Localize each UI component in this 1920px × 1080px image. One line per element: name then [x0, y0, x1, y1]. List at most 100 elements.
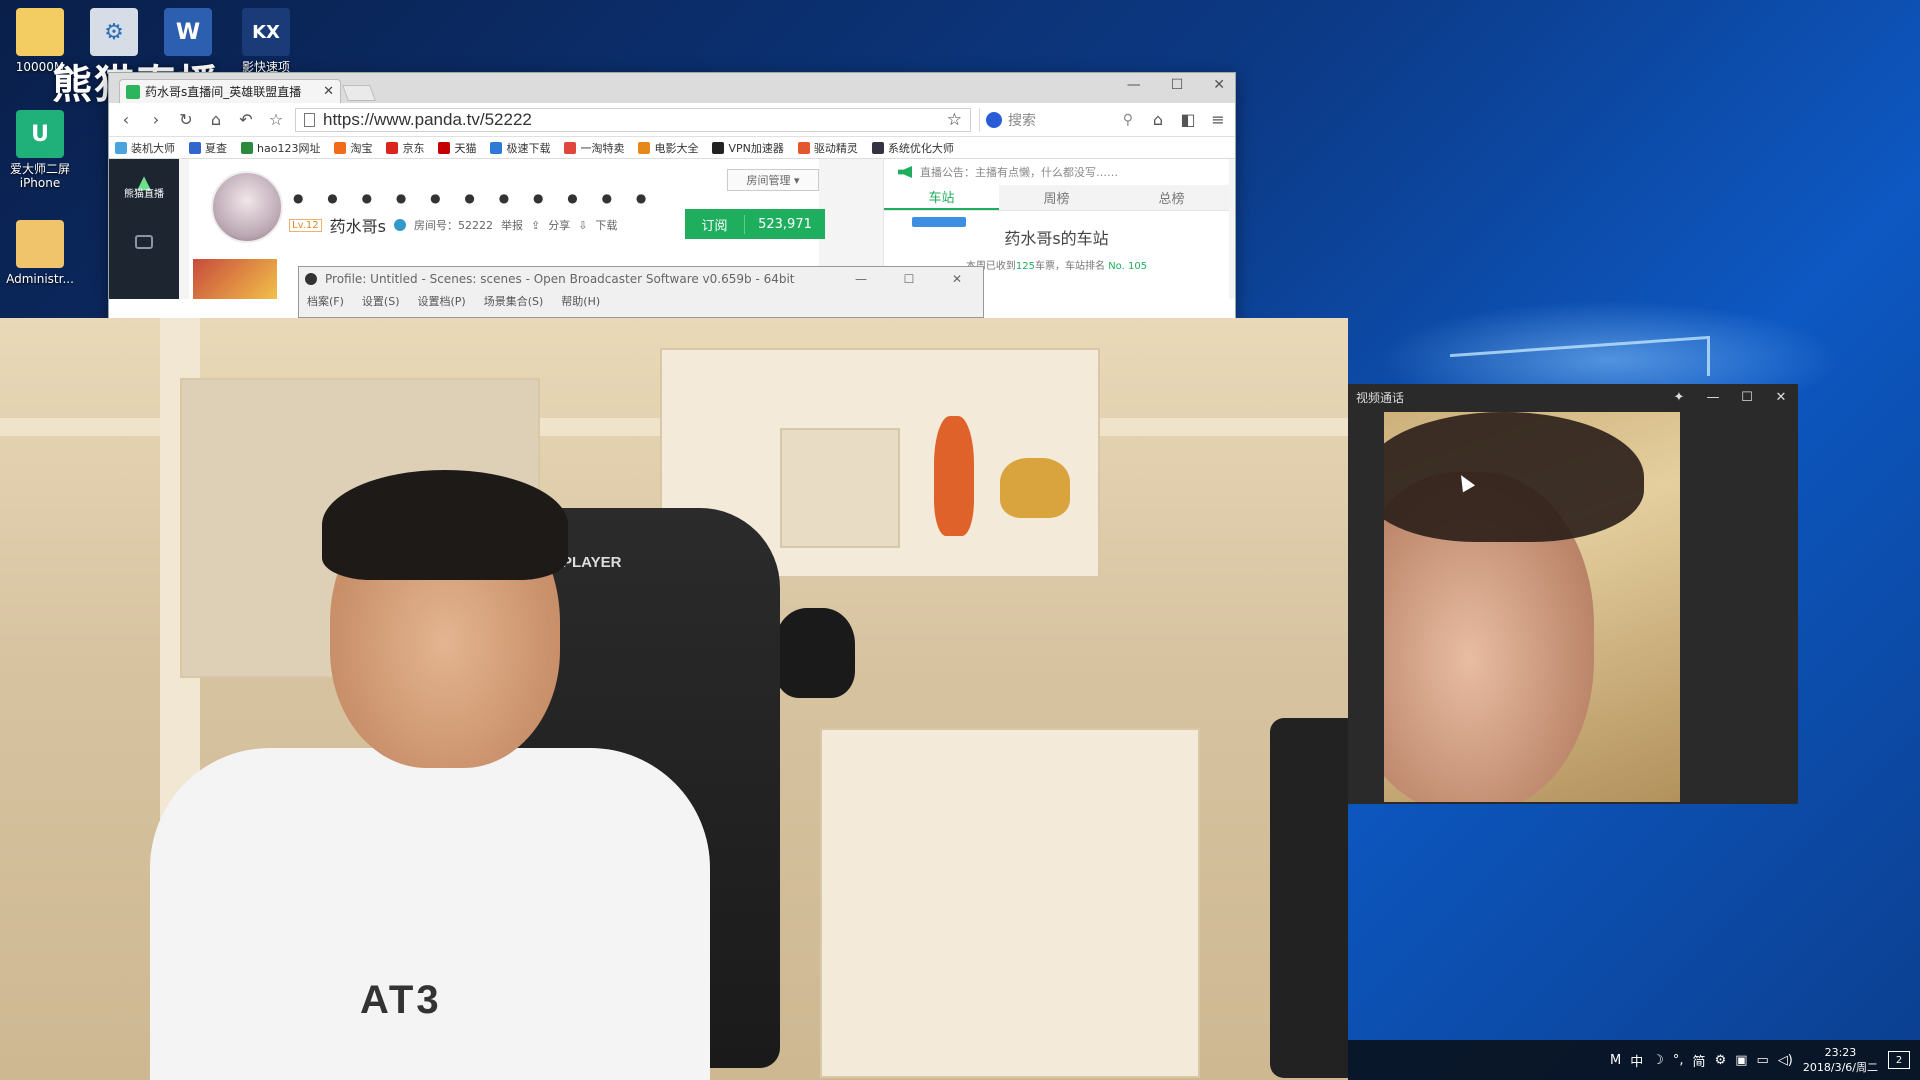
- word-doc-icon: W: [164, 8, 212, 56]
- desktop-icon-kx[interactable]: KX 影快速项: [226, 8, 306, 74]
- bookmark-item[interactable]: 淘宝: [334, 140, 372, 156]
- forward-icon[interactable]: ›: [145, 109, 167, 131]
- download-button[interactable]: 下载: [595, 217, 617, 233]
- black-helmet: [775, 608, 855, 698]
- bookmark-item[interactable]: 一淘特卖: [564, 140, 624, 156]
- webcam-feed: XPLAYER AT3: [0, 318, 1348, 1080]
- yellow-figurine: [1000, 458, 1070, 518]
- minimize-icon[interactable]: —: [1127, 77, 1141, 93]
- remote-video: [1384, 412, 1680, 802]
- download-icon[interactable]: ⇩: [578, 219, 587, 232]
- ime-mode-icon[interactable]: M: [1610, 1053, 1621, 1068]
- maximize-icon[interactable]: ☐: [1738, 390, 1756, 405]
- bookmark-icon: [386, 141, 399, 154]
- tab-total[interactable]: 总榜: [1114, 185, 1229, 210]
- extension-icon[interactable]: ◧: [1177, 109, 1199, 131]
- tab-station[interactable]: 车站: [884, 185, 999, 210]
- baidu-paw-icon: [986, 111, 1002, 128]
- system-tray: M 中 ☽ °, 简 ⚙ ▣ ▭ ◁): [1610, 1051, 1793, 1070]
- menu-item-settings[interactable]: 设置(S): [362, 293, 400, 309]
- search-icon[interactable]: ⚲: [1123, 112, 1133, 128]
- desktop-icon-u[interactable]: U 爱大师二屏 iPhone: [0, 110, 80, 190]
- bookmark-item[interactable]: 京东: [386, 140, 424, 156]
- ime-settings-icon[interactable]: ⚙: [1715, 1053, 1727, 1068]
- back-icon[interactable]: ‹: [115, 109, 137, 131]
- panda-logo[interactable]: ▲ 熊猫直播: [120, 172, 168, 201]
- streamer-name: 药水哥s: [329, 217, 386, 236]
- report-link[interactable]: 举报: [501, 217, 523, 233]
- panel-tabs: 车站 周榜 总榜: [884, 185, 1229, 211]
- close-icon[interactable]: ✕: [1213, 77, 1225, 93]
- remote-hair: [1384, 412, 1644, 542]
- minimize-icon[interactable]: —: [1704, 390, 1722, 405]
- ime-language-icon[interactable]: 中: [1630, 1051, 1643, 1070]
- page-icon: [304, 112, 315, 127]
- bookmark-item[interactable]: 装机大师: [115, 140, 175, 156]
- menu-item-profile[interactable]: 设置档(P): [418, 293, 466, 309]
- taskbar: M 中 ☽ °, 简 ⚙ ▣ ▭ ◁) 23:23 2018/3/6/周二 2: [1348, 1040, 1920, 1080]
- maximize-icon[interactable]: ☐: [1171, 77, 1184, 93]
- bookmark-icon: [334, 141, 347, 154]
- browser-tab[interactable]: 药水哥s直播间_英雄联盟直播 ✕: [119, 79, 341, 103]
- bookmark-icon: [189, 141, 201, 154]
- bookmark-item[interactable]: hao123网址: [241, 140, 320, 156]
- avatar[interactable]: [211, 171, 283, 243]
- network-icon[interactable]: ▭: [1757, 1053, 1769, 1068]
- user-folder-icon: [16, 220, 64, 268]
- speaker-icon: [898, 166, 912, 178]
- level-badge: Lv.12: [289, 218, 322, 232]
- subscriber-count: 523,971: [758, 216, 812, 232]
- basket-icon[interactable]: ⌂: [1147, 109, 1169, 131]
- bookmark-item[interactable]: 系统优化大师: [871, 140, 954, 156]
- streamer-hair: [322, 470, 568, 580]
- obs-window[interactable]: Profile: Untitled - Scenes: scenes - Ope…: [298, 266, 984, 318]
- volume-icon[interactable]: ◁): [1778, 1053, 1793, 1068]
- panda-logo-icon: ▲: [137, 172, 151, 193]
- bookmark-item[interactable]: 电影大全: [638, 140, 698, 156]
- menu-icon[interactable]: ≡: [1207, 109, 1229, 131]
- bookmark-item[interactable]: 夏查: [189, 140, 227, 156]
- minimize-icon[interactable]: —: [841, 272, 881, 286]
- bookmark-item[interactable]: VPN加速器: [712, 140, 784, 156]
- bookmark-star-icon[interactable]: ☆: [947, 110, 962, 130]
- search-box[interactable]: 搜索 ⚲: [979, 107, 1139, 132]
- window-controls: — ☐ ✕: [1127, 77, 1225, 93]
- red-figurine: [934, 416, 974, 536]
- room-manage-dropdown[interactable]: 房间管理 ▾: [727, 169, 819, 191]
- tab-weekly[interactable]: 周榜: [999, 185, 1114, 210]
- notification-center-icon[interactable]: 2: [1888, 1051, 1910, 1069]
- menu-item-help[interactable]: 帮助(H): [561, 293, 600, 309]
- reload-icon[interactable]: ↻: [175, 109, 197, 131]
- system-clock[interactable]: 23:23 2018/3/6/周二: [1803, 1045, 1878, 1075]
- close-icon[interactable]: ✕: [1772, 390, 1790, 405]
- share-icon[interactable]: ⇪: [531, 219, 540, 232]
- address-bar[interactable]: https://www.panda.tv/52222 ☆: [295, 107, 971, 132]
- home-icon[interactable]: ⌂: [205, 109, 227, 131]
- subscribe-button[interactable]: 订阅 523,971: [685, 209, 825, 239]
- video-call-window[interactable]: 视频通话 ✦ — ☐ ✕: [1348, 384, 1798, 804]
- obs-menubar: 档案(F) 设置(S) 设置档(P) 场景集合(S) 帮助(H): [299, 291, 983, 311]
- bookmark-icon: [241, 141, 253, 154]
- desktop-icon-admin[interactable]: Administr...: [0, 220, 80, 286]
- pin-icon[interactable]: ✦: [1670, 390, 1688, 405]
- close-icon[interactable]: ✕: [937, 272, 977, 286]
- recommend-thumbnail[interactable]: [193, 259, 277, 299]
- streamer-body: [150, 748, 710, 1080]
- menu-item-scene-collection[interactable]: 场景集合(S): [484, 293, 544, 309]
- menu-item-file[interactable]: 档案(F): [307, 293, 344, 309]
- close-tab-icon[interactable]: ✕: [323, 84, 334, 99]
- bookmark-item[interactable]: 驱动精灵: [797, 140, 858, 156]
- new-tab-button[interactable]: [342, 85, 376, 101]
- ime-punct-icon[interactable]: °,: [1673, 1053, 1684, 1068]
- bookmark-item[interactable]: 天猫: [438, 140, 476, 156]
- share-button[interactable]: 分享: [548, 217, 570, 233]
- bookmark-icon: [712, 141, 725, 154]
- ime-simplified-icon[interactable]: 简: [1693, 1051, 1706, 1070]
- maximize-icon[interactable]: ☐: [889, 272, 929, 286]
- camera-icon[interactable]: [135, 235, 153, 249]
- undo-icon[interactable]: ↶: [235, 109, 257, 131]
- app-tray-icon[interactable]: ▣: [1735, 1053, 1747, 1068]
- bookmark-item[interactable]: 极速下载: [490, 140, 550, 156]
- ime-moon-icon[interactable]: ☽: [1652, 1053, 1664, 1068]
- favorite-icon[interactable]: ☆: [265, 109, 287, 131]
